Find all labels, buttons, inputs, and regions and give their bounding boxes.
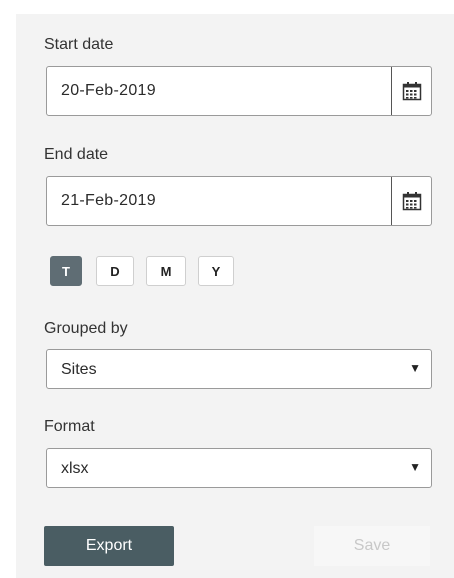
start-date-label: Start date bbox=[44, 36, 114, 53]
start-date-calendar-button[interactable] bbox=[391, 67, 431, 115]
format-value: xlsx bbox=[61, 460, 89, 477]
export-button[interactable]: Export bbox=[44, 526, 174, 566]
grouped-by-select[interactable]: Sites ▼ bbox=[46, 349, 432, 389]
format-label: Format bbox=[44, 418, 95, 435]
start-date-value[interactable]: 20-Feb-2019 bbox=[61, 82, 156, 100]
end-date-value[interactable]: 21-Feb-2019 bbox=[61, 192, 156, 210]
end-date-label: End date bbox=[44, 146, 109, 163]
start-date-field[interactable]: 20-Feb-2019 bbox=[46, 66, 432, 116]
dropdown-arrow-icon: ▼ bbox=[409, 460, 421, 474]
period-button-y[interactable]: Y bbox=[198, 256, 234, 286]
calendar-icon bbox=[402, 192, 421, 211]
calendar-icon bbox=[402, 82, 421, 101]
save-button[interactable]: Save bbox=[314, 526, 430, 566]
period-button-d[interactable]: D bbox=[96, 256, 134, 286]
dropdown-arrow-icon: ▼ bbox=[409, 361, 421, 375]
grouped-by-value: Sites bbox=[61, 361, 97, 378]
period-button-m[interactable]: M bbox=[146, 256, 186, 286]
end-date-field[interactable]: 21-Feb-2019 bbox=[46, 176, 432, 226]
format-select[interactable]: xlsx ▼ bbox=[46, 448, 432, 488]
period-button-t[interactable]: T bbox=[50, 256, 82, 286]
end-date-calendar-button[interactable] bbox=[391, 177, 431, 225]
grouped-by-label: Grouped by bbox=[44, 320, 128, 337]
